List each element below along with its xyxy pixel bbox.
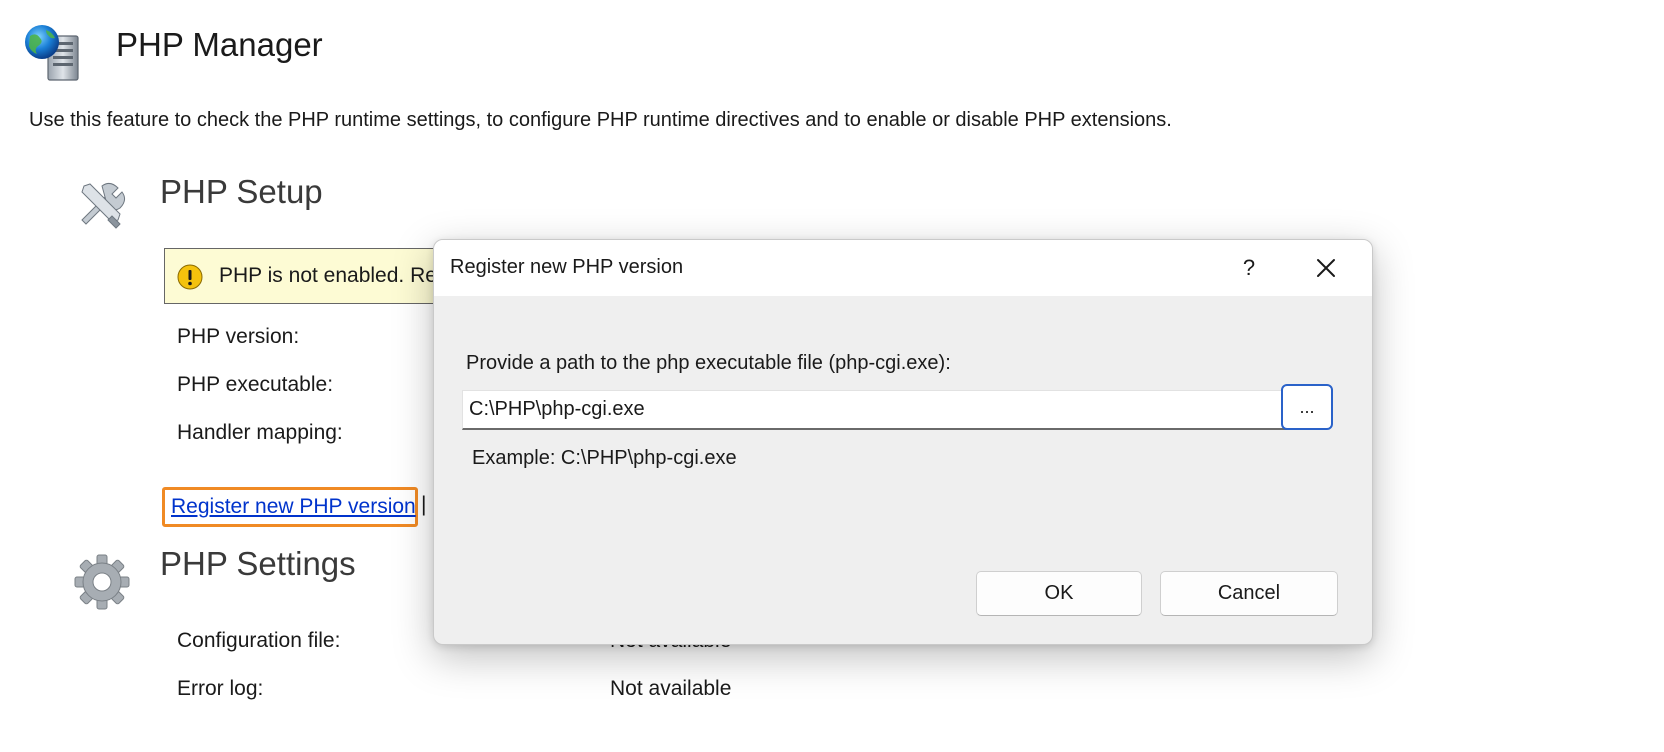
php-settings-title: PHP Settings [160,545,356,582]
help-button[interactable]: ? [1235,252,1263,284]
cancel-button[interactable]: Cancel [1160,571,1338,616]
php-executable-label: PHP executable: [177,373,334,396]
dialog-example: Example: C:\PHP\php-cgi.exe [472,447,737,469]
php-manager-icon [22,22,84,82]
page-title: PHP Manager [116,26,323,63]
ok-button[interactable]: OK [976,571,1142,616]
link-separator: | [421,493,427,516]
browse-button[interactable]: ... [1281,384,1333,430]
warning-text: PHP is not enabled. Re [219,264,437,287]
dialog-titlebar[interactable]: Register new PHP version ? [434,240,1372,296]
register-link-highlight: Register new PHP version [162,487,418,527]
error-log-label: Error log: [177,677,264,700]
warning-icon [177,264,203,290]
gear-icon [72,552,132,612]
register-php-dialog: Register new PHP version ? Provide a pat… [433,239,1373,645]
dialog-title: Register new PHP version [450,256,684,278]
php-manager-page: PHP Manager Use this feature to check th… [0,0,1664,752]
configuration-file-label: Configuration file: [177,629,341,652]
register-php-version-link[interactable]: Register new PHP version [171,495,416,519]
php-warning-banner: PHP is not enabled. Re [164,248,464,304]
close-icon[interactable] [1311,253,1341,283]
error-log-value: Not available [610,677,732,700]
dialog-prompt: Provide a path to the php executable fil… [466,352,951,374]
php-version-label: PHP version: [177,325,300,348]
tools-icon [72,174,132,234]
php-path-input[interactable] [462,390,1294,430]
handler-mapping-label: Handler mapping: [177,421,343,444]
page-description: Use this feature to check the PHP runtim… [29,109,1172,131]
php-setup-title: PHP Setup [160,173,323,210]
